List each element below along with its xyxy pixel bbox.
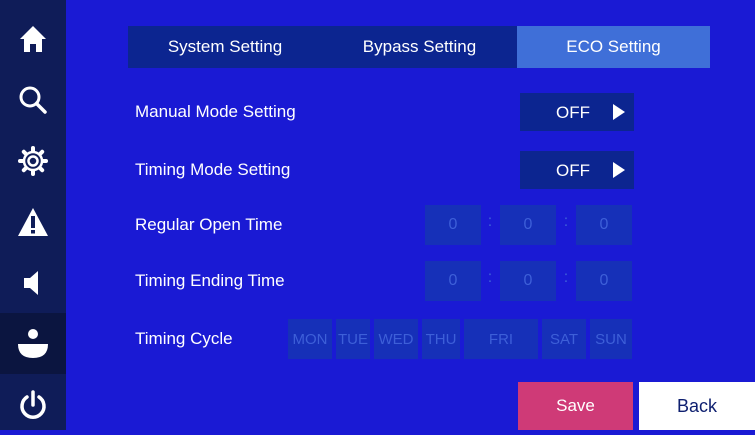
day-toggle-sat[interactable]: SAT	[542, 319, 586, 359]
play-arrow-icon	[613, 104, 625, 120]
open-time-hour-field[interactable]: 0	[425, 205, 481, 245]
day-toggle-sun[interactable]: SUN	[590, 319, 632, 359]
sidebar-item-power[interactable]	[0, 374, 66, 435]
timing-mode-label: Timing Mode Setting	[135, 160, 291, 179]
home-icon	[20, 25, 46, 52]
manual-mode-label: Manual Mode Setting	[135, 102, 296, 121]
day-toggle-thu[interactable]: THU	[422, 319, 460, 359]
sidebar	[0, 0, 66, 430]
tab-eco-setting[interactable]: ECO Setting	[517, 26, 710, 68]
gear-icon	[18, 145, 48, 176]
time-separator: :	[563, 269, 569, 286]
time-separator: :	[563, 213, 569, 230]
timing-mode-toggle[interactable]: OFF	[520, 151, 634, 189]
ending-time-minute-field[interactable]: 0	[500, 261, 556, 301]
time-separator: :	[487, 213, 493, 230]
sidebar-item-search[interactable]	[0, 69, 66, 130]
open-time-minute-field[interactable]: 0	[500, 205, 556, 245]
day-toggle-tue[interactable]: TUE	[336, 319, 370, 359]
sidebar-item-settings[interactable]	[0, 130, 66, 191]
ending-time-hour-field[interactable]: 0	[425, 261, 481, 301]
search-icon	[19, 86, 47, 114]
sidebar-item-user[interactable]	[0, 313, 66, 374]
manual-mode-value: OFF	[556, 103, 590, 122]
speaker-icon	[24, 270, 38, 295]
play-arrow-icon	[613, 162, 625, 178]
tab-bar: System Setting Bypass Setting ECO Settin…	[128, 26, 710, 68]
open-time-second-field[interactable]: 0	[576, 205, 632, 245]
day-toggle-fri[interactable]: FRI	[464, 319, 538, 359]
day-toggle-wed[interactable]: WED	[374, 319, 418, 359]
sidebar-item-sound[interactable]	[0, 252, 66, 313]
user-icon	[18, 328, 48, 358]
day-toggle-mon[interactable]: MON	[288, 319, 332, 359]
warning-icon	[18, 207, 48, 236]
timing-mode-value: OFF	[556, 161, 590, 180]
back-button[interactable]: Back	[639, 382, 755, 430]
time-separator: :	[487, 269, 493, 286]
save-button[interactable]: Save	[518, 382, 633, 430]
sidebar-item-home[interactable]	[0, 8, 66, 69]
tab-bypass-setting[interactable]: Bypass Setting	[322, 26, 517, 68]
ending-time-second-field[interactable]: 0	[576, 261, 632, 301]
timing-cycle-label: Timing Cycle	[135, 329, 233, 348]
power-icon	[20, 389, 46, 419]
tab-system-setting[interactable]: System Setting	[128, 26, 322, 68]
open-time-label: Regular Open Time	[135, 215, 283, 234]
sidebar-item-alarm[interactable]	[0, 191, 66, 252]
manual-mode-toggle[interactable]: OFF	[520, 93, 634, 131]
ending-time-label: Timing Ending Time	[135, 271, 285, 290]
